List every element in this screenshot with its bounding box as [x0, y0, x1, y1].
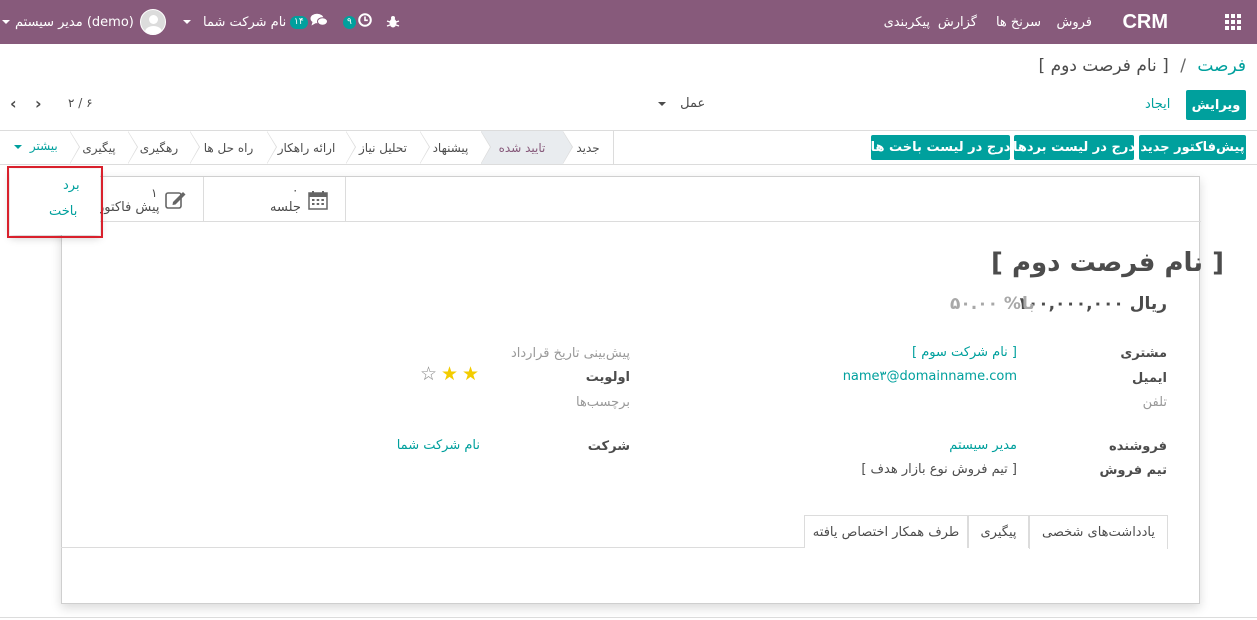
messages-count-badge: ۱۴ — [290, 15, 308, 29]
breadcrumb-current: [ نام فرصت دوم ] — [1038, 56, 1169, 76]
chevron-down-icon — [658, 101, 666, 106]
email-label: ایمیل — [1132, 371, 1167, 386]
quotations-count: ۱ — [151, 186, 158, 200]
stage-arrow — [190, 131, 204, 164]
menu-reporting[interactable]: گزارش — [938, 0, 977, 44]
app-brand[interactable]: CRM — [1122, 0, 1168, 44]
mark-lost-button[interactable]: درج در لیست باخت ها — [871, 135, 1010, 160]
company-switcher[interactable]: نام شرکت شما — [179, 0, 286, 44]
chat-icon — [310, 13, 328, 31]
menu-sales[interactable]: فروش — [1056, 0, 1092, 44]
priority-star-icon[interactable]: ☆ — [420, 364, 437, 384]
highlight-annotation — [7, 166, 103, 238]
priority-star-icon[interactable]: ★ — [441, 364, 458, 384]
chevron-down-icon — [2, 20, 10, 24]
salesperson-field[interactable]: مدیر سیستم — [949, 438, 1017, 453]
menu-configuration[interactable]: پیکربندی — [884, 0, 930, 44]
company-name: نام شرکت شما — [203, 14, 287, 30]
apps-menu-icon[interactable] — [1225, 0, 1245, 44]
avatar — [139, 9, 166, 35]
pager-previous-icon[interactable]: ‹ — [10, 96, 17, 112]
stage-arrow — [563, 131, 577, 164]
user-name: مدیر سیستم (demo) — [15, 14, 134, 30]
stage-arrow — [481, 131, 495, 164]
smart-button-box: جلسه ۰ پیش فاکتور ۱ — [62, 177, 1201, 222]
tab-follow-up[interactable]: پیگیری — [968, 515, 1029, 548]
statusbar-divider — [613, 131, 614, 164]
chevron-down-icon — [183, 20, 191, 24]
action-label: عمل — [680, 96, 706, 111]
stage-arrow — [70, 131, 84, 164]
calendar-icon — [308, 190, 328, 214]
meetings-label: جلسه — [270, 200, 301, 215]
tab-assigned-partner[interactable]: طرف همکار اختصاص یافته — [804, 515, 968, 548]
stage-arrow — [128, 131, 142, 164]
probability-value: ۵۰.۰۰ % — [950, 294, 1021, 314]
meetings-count: ۰ — [292, 183, 299, 197]
tab-internal-notes[interactable]: یادداشت‌های شخصی — [1029, 515, 1168, 549]
priority-label: اولویت — [585, 370, 630, 385]
activities-count-badge: ۹ — [343, 15, 356, 29]
tags-label: برچسب‌ها — [575, 395, 630, 410]
edit-button[interactable]: ویرایش — [1186, 90, 1246, 120]
expected-revenue: ۱۰۰,۰۰۰,۰۰۰ ریال — [1017, 294, 1167, 314]
expected-closing-label: پیش‌بینی تاریخ قرارداد — [510, 346, 630, 361]
mark-won-button[interactable]: درج در لیست بردها — [1013, 135, 1135, 160]
sales-team-label: تیم فروش — [1099, 463, 1167, 478]
phone-label: تلفن — [1142, 395, 1167, 410]
notebook-tab-line — [61, 547, 805, 548]
stage-arrow — [267, 131, 281, 164]
new-quotation-button[interactable]: پیش‌فاکتور جدید — [1139, 135, 1246, 160]
clock-icon — [358, 13, 372, 31]
breadcrumb-separator: / — [1180, 56, 1186, 76]
email-field[interactable]: name۳@domainname.com — [843, 369, 1017, 384]
action-dropdown[interactable]: عمل — [658, 96, 705, 111]
activities-menu[interactable]: ۹ — [343, 0, 372, 44]
chevron-down-icon — [14, 144, 22, 149]
menu-leads[interactable]: سرنخ ها — [996, 0, 1041, 44]
company-label: شرکت — [587, 439, 630, 454]
create-button[interactable]: ایجاد — [1145, 97, 1170, 112]
more-label: بیشتر — [29, 139, 58, 153]
priority-star-icon[interactable]: ★ — [462, 364, 479, 384]
customer-label: مشتری — [1120, 346, 1167, 361]
footer-divider — [0, 617, 1257, 618]
opportunity-title: [ نام فرصت دوم ] — [991, 248, 1224, 278]
more-stages-button[interactable]: بیشتر — [14, 139, 58, 153]
pager-next-icon[interactable]: › — [35, 96, 42, 112]
salesperson-label: فروشنده — [1109, 439, 1167, 454]
top-navbar: CRM فروش سرنخ ها گزارش پیکربندی ۹ ۱۴ نام… — [0, 0, 1257, 44]
messaging-menu[interactable]: ۱۴ — [290, 0, 328, 44]
company-field[interactable]: نام شرکت شما — [397, 438, 480, 453]
meetings-smart-button[interactable]: جلسه ۰ — [204, 177, 346, 221]
debug-bug-icon[interactable] — [386, 0, 400, 44]
pager-value[interactable]: ۲ / ۶ — [68, 96, 93, 110]
breadcrumb: [ نام فرصت دوم ] / فرصت — [1039, 56, 1246, 76]
probability-with-label: با — [1022, 294, 1035, 314]
statusbar: پیش‌فاکتور جدید درج در لیست بردها درج در… — [0, 130, 1257, 165]
breadcrumb-link-opportunities[interactable]: فرصت — [1197, 56, 1246, 76]
sales-team-field[interactable]: [ تیم فروش نوع بازار هدف ] — [861, 462, 1017, 477]
stage-arrow — [420, 131, 434, 164]
stage-arrow — [346, 131, 360, 164]
customer-field[interactable]: [ نام شرکت سوم ] — [912, 345, 1017, 360]
quotations-label: پیش فاکتور — [98, 200, 160, 215]
user-menu[interactable]: مدیر سیستم (demo) — [0, 0, 166, 44]
edit-icon — [165, 190, 187, 214]
